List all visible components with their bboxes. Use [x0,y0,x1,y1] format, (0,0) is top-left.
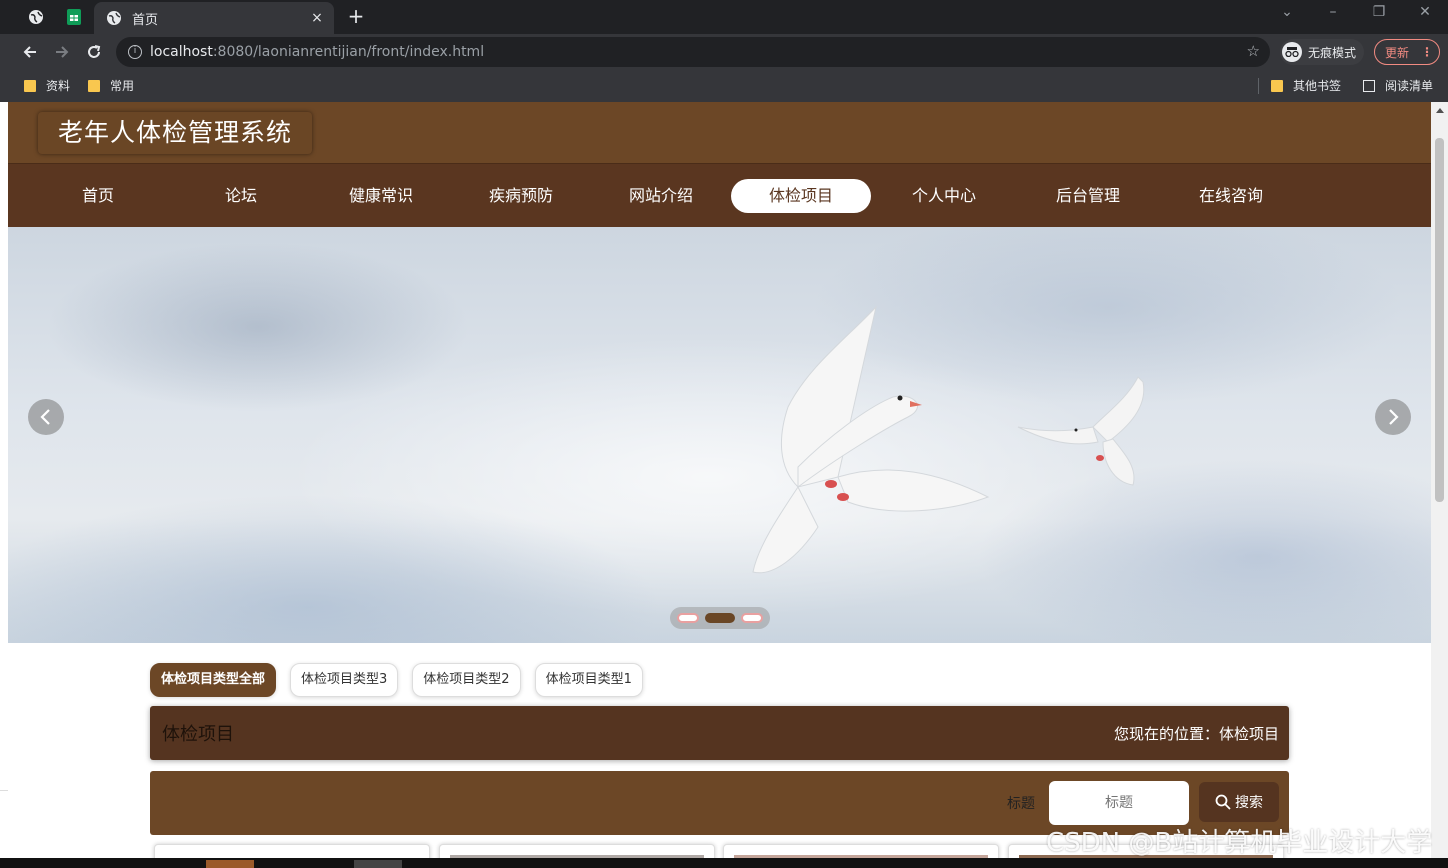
incognito-indicator[interactable]: 无痕模式 [1280,39,1365,65]
doves-image [752,305,1145,574]
restore-icon[interactable]: ❐ [1364,4,1394,20]
url-path: :8080/laonianrentijian/front/index.html [212,44,485,60]
reading-list-label: 阅读清单 [1385,79,1434,93]
filter-chip-type2[interactable]: 体检项目类型2 [412,663,521,697]
browser-tab-bar: 首页 × + ⌄ – ❐ ✕ [0,0,1448,34]
search-label: 标题 [1007,796,1035,812]
nav-item-personal-center[interactable]: 个人中心 [874,179,1014,213]
globe-icon[interactable] [22,6,50,28]
nav-item-home[interactable]: 首页 [28,179,168,213]
nav-item-forum[interactable]: 论坛 [171,179,311,213]
nav-item-online-consult[interactable]: 在线咨询 [1161,179,1301,213]
filter-chip-all[interactable]: 体检项目类型全部 [150,663,277,697]
watermark: CSDN @B站计算机毕业设计大学 [1046,828,1433,858]
folder-icon [1271,79,1283,92]
filter-chip-type3[interactable]: 体检项目类型3 [290,663,399,697]
carousel-indicators [670,607,770,629]
url-host: localhost [150,44,213,60]
carousel-dot-active[interactable] [705,613,735,623]
page-scrollbar[interactable] [1431,102,1448,868]
tab-search-icon[interactable]: ⌄ [1272,4,1302,20]
incognito-label: 无痕模式 [1308,45,1357,60]
tab-title: 首页 [132,12,159,28]
new-tab-button[interactable]: + [344,6,368,28]
reading-list-icon [1363,79,1375,92]
bookmark-star-icon[interactable]: ☆ [1247,42,1260,60]
search-icon [1215,794,1231,810]
nav-item-about[interactable]: 网站介绍 [591,179,731,213]
category-filters: 体检项目类型全部 体检项目类型3 体检项目类型2 体检项目类型1 [150,663,643,697]
folder-icon [88,79,100,92]
minimize-icon[interactable]: – [1318,4,1348,20]
tab-close-icon[interactable]: × [306,10,328,26]
section-title: 体检项目 [162,724,234,745]
bookmark-folder-0[interactable]: 资料 [24,77,70,94]
bookmark-separator [1258,78,1259,94]
nav-item-disease-prevention[interactable]: 疾病预防 [451,179,591,213]
bookmark-folder-1[interactable]: 常用 [88,77,134,94]
site-header: 老年人体检管理系统 [8,102,1431,163]
other-bookmarks[interactable]: 其他书签 [1271,77,1341,94]
divider [0,790,8,791]
other-bookmarks-label: 其他书签 [1293,79,1342,93]
carousel-dot[interactable] [741,613,763,623]
reading-list[interactable]: 阅读清单 [1363,77,1433,94]
carousel-next-button[interactable] [1375,399,1411,435]
nav-item-admin[interactable]: 后台管理 [1018,179,1158,213]
tab-favicon-icon [107,11,121,25]
filter-chip-type1[interactable]: 体检项目类型1 [534,663,643,697]
chevron-left-icon [40,409,50,425]
nav-item-health-knowledge[interactable]: 健康常识 [311,179,451,213]
chevron-right-icon [1389,409,1399,425]
update-button[interactable]: 更新 ⋮ [1374,39,1440,65]
browser-toolbar: i localhost:8080/laonianrentijian/front/… [0,34,1448,70]
section-title-bar: 体检项目 您现在的位置：体检项目 [150,706,1289,760]
update-label: 更新 [1385,45,1410,60]
incognito-icon [1282,42,1302,62]
close-window-icon[interactable]: ✕ [1410,4,1440,20]
carousel-prev-button[interactable] [28,399,64,435]
taskbar-app[interactable] [354,860,402,868]
forward-icon[interactable] [50,40,74,64]
bookmarks-bar: 资料 常用 其他书签 阅读清单 [0,70,1448,102]
menu-dots-icon[interactable]: ⋮ [1421,45,1433,59]
banner-carousel[interactable] [8,227,1431,643]
scroll-thumb[interactable] [1435,138,1444,502]
nav-item-checkup-items[interactable]: 体检项目 [731,179,871,213]
search-button-label: 搜索 [1235,795,1263,811]
web-page: 老年人体检管理系统 首页 论坛 健康常识 疾病预防 网站介绍 体检项目 个人中心… [8,102,1431,868]
bookmark-label: 资料 [46,79,71,93]
taskbar-app[interactable] [206,860,254,868]
site-title[interactable]: 老年人体检管理系统 [38,112,313,154]
scroll-up-icon[interactable] [1436,108,1444,113]
back-icon[interactable] [18,40,42,64]
main-nav: 首页 论坛 健康常识 疾病预防 网站介绍 体检项目 个人中心 后台管理 在线咨询 [8,163,1431,227]
folder-icon [24,79,36,92]
search-button[interactable]: 搜索 [1199,782,1279,822]
reload-icon[interactable] [82,40,106,64]
carousel-dot[interactable] [677,613,699,623]
breadcrumb: 您现在的位置：体检项目 [1113,725,1279,743]
bookmark-label: 常用 [110,79,135,93]
address-bar[interactable]: i localhost:8080/laonianrentijian/front/… [116,37,1270,67]
search-input[interactable] [1049,781,1189,825]
site-info-icon[interactable]: i [128,45,142,59]
sheets-icon[interactable] [60,6,88,28]
active-tab[interactable]: 首页 × [94,2,334,34]
